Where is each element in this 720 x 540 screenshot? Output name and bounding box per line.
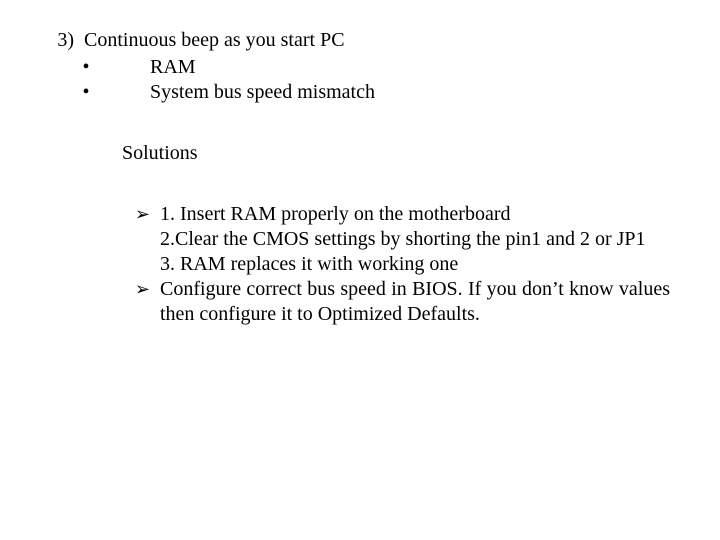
solutions-list: ➢ 1. Insert RAM properly on the motherbo… xyxy=(22,202,680,327)
solutions-heading: Solutions xyxy=(22,141,680,166)
solution-line: Configure correct bus speed in BIOS. If … xyxy=(160,278,670,325)
solution-text: Configure correct bus speed in BIOS. If … xyxy=(160,277,680,327)
list-title: Continuous beep as you start PC xyxy=(84,28,680,53)
arrow-icon: ➢ xyxy=(22,202,160,227)
solution-text: 1. Insert RAM properly on the motherboar… xyxy=(160,202,680,277)
list-item: ➢ 1. Insert RAM properly on the motherbo… xyxy=(22,202,680,277)
document-page: 3) Continuous beep as you start PC • RAM… xyxy=(0,0,720,327)
bullet-icon: • xyxy=(22,55,150,80)
list-item-heading: 3) Continuous beep as you start PC xyxy=(22,28,680,53)
cause-text: RAM xyxy=(150,55,680,80)
list-item: • System bus speed mismatch xyxy=(22,80,680,105)
causes-list: • RAM • System bus speed mismatch xyxy=(22,55,680,105)
list-item: ➢ Configure correct bus speed in BIOS. I… xyxy=(22,277,680,327)
solution-line: 3. RAM replaces it with working one xyxy=(160,252,670,277)
solution-line: 2.Clear the CMOS settings by shorting th… xyxy=(160,227,670,252)
bullet-icon: • xyxy=(22,80,150,105)
arrow-icon: ➢ xyxy=(22,277,160,302)
list-number: 3) xyxy=(22,28,84,53)
list-item: • RAM xyxy=(22,55,680,80)
solution-line: 1. Insert RAM properly on the motherboar… xyxy=(160,202,670,227)
cause-text: System bus speed mismatch xyxy=(150,80,680,105)
